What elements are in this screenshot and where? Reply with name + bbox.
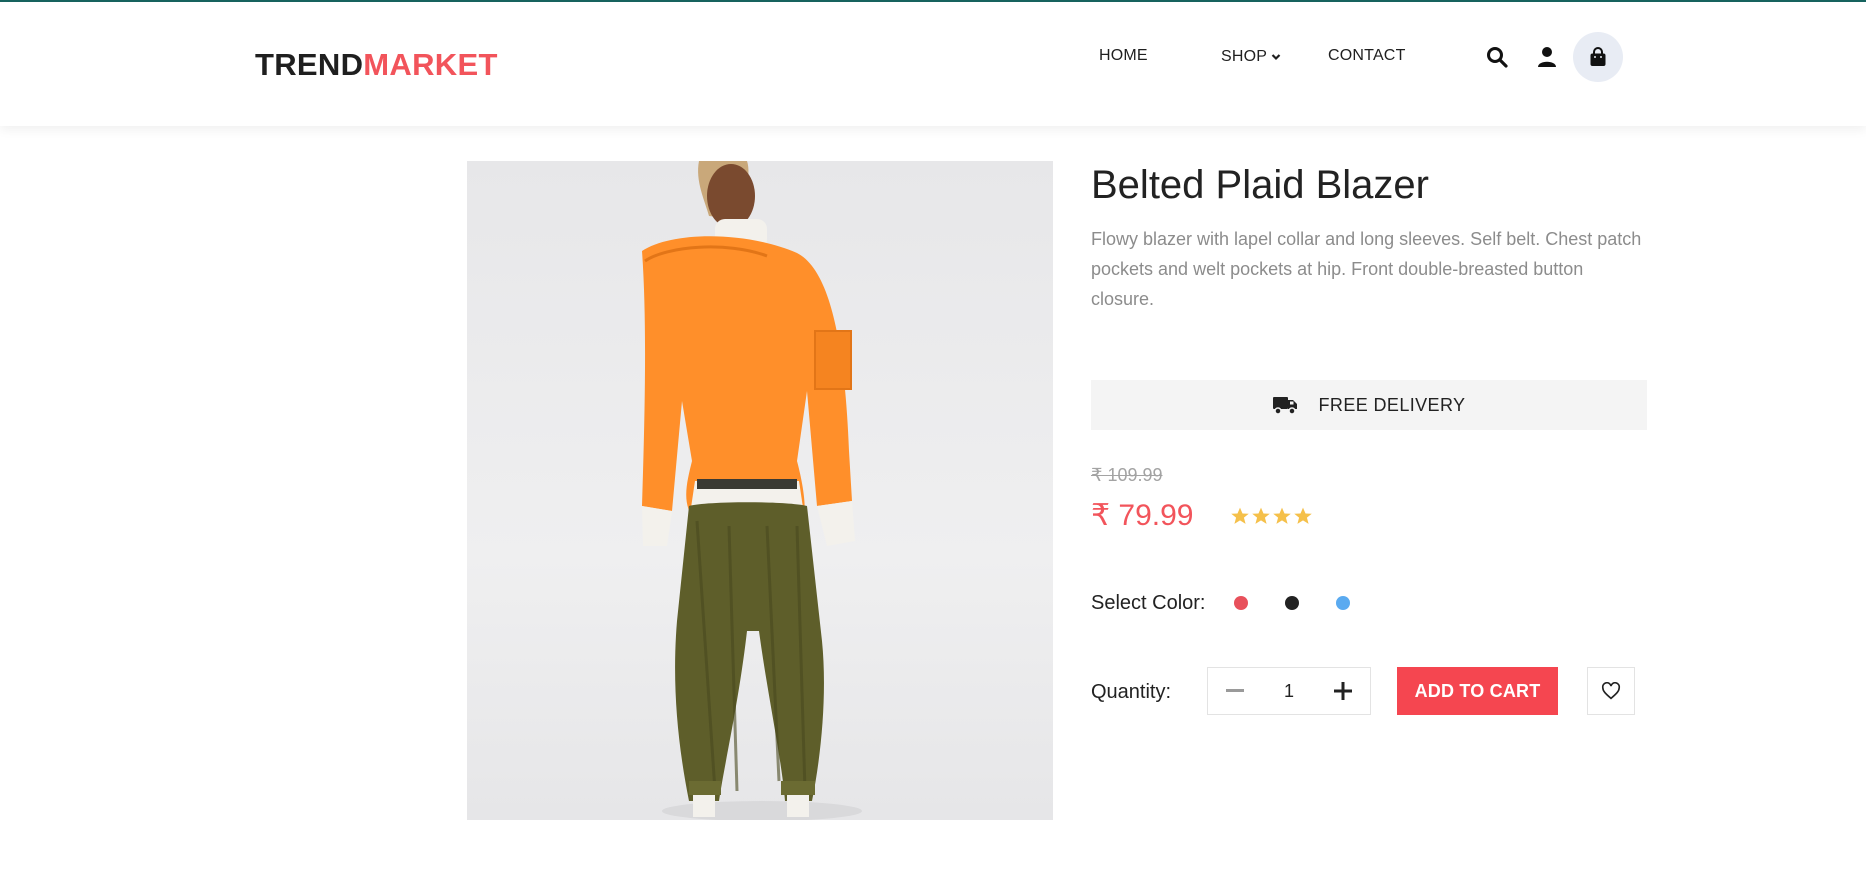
color-swatch-black[interactable] — [1285, 596, 1299, 610]
quantity-value[interactable]: 1 — [1262, 681, 1316, 702]
nav-contact[interactable]: CONTACT — [1328, 47, 1406, 65]
plus-icon — [1334, 682, 1352, 700]
nav-shop-label: SHOP — [1221, 48, 1268, 65]
minus-icon — [1226, 689, 1244, 692]
select-color-label: Select Color: — [1091, 592, 1206, 614]
logo-part-1: TREND — [255, 47, 364, 82]
color-swatch-red[interactable] — [1234, 596, 1248, 610]
site-header: TRENDMARKET HOME SHOP CONTACT — [0, 2, 1866, 126]
quantity-label: Quantity: — [1091, 681, 1172, 703]
quantity-stepper: 1 — [1207, 667, 1371, 715]
truck-icon — [1272, 397, 1297, 415]
shopping-bag-icon — [1590, 47, 1606, 66]
heart-icon — [1601, 682, 1621, 700]
account-button[interactable] — [1532, 42, 1562, 72]
chevron-down-icon — [1271, 54, 1281, 61]
logo[interactable]: TRENDMARKET — [255, 47, 498, 83]
quantity-decrease-button[interactable] — [1208, 668, 1262, 714]
user-icon — [1538, 47, 1556, 67]
wishlist-button[interactable] — [1587, 667, 1635, 715]
model-photo — [642, 161, 862, 820]
search-icon — [1487, 47, 1508, 68]
old-price: ₹ 109.99 — [1091, 465, 1163, 485]
star-icon — [1231, 507, 1249, 524]
color-swatch-blue[interactable] — [1336, 596, 1350, 610]
star-icon — [1273, 507, 1291, 524]
nav-home[interactable]: HOME — [1099, 47, 1148, 65]
star-icon — [1252, 507, 1270, 524]
logo-part-2: MARKET — [363, 47, 498, 82]
star-icon — [1294, 507, 1312, 524]
nav-shop[interactable]: SHOP — [1221, 48, 1281, 66]
product-description: Flowy blazer with lapel collar and long … — [1091, 229, 1642, 309]
product-image — [467, 161, 1053, 820]
delivery-label: FREE DELIVERY — [1318, 394, 1466, 415]
add-to-cart-button[interactable]: ADD TO CART — [1397, 667, 1558, 715]
quantity-increase-button[interactable] — [1316, 668, 1370, 714]
rating-stars — [1230, 506, 1313, 526]
product-title: Belted Plaid Blazer — [1091, 163, 1429, 207]
cart-button[interactable] — [1573, 32, 1623, 82]
free-delivery-banner: FREE DELIVERY — [1091, 380, 1647, 430]
current-price: ₹ 79.99 — [1091, 499, 1194, 532]
search-button[interactable] — [1482, 42, 1512, 72]
